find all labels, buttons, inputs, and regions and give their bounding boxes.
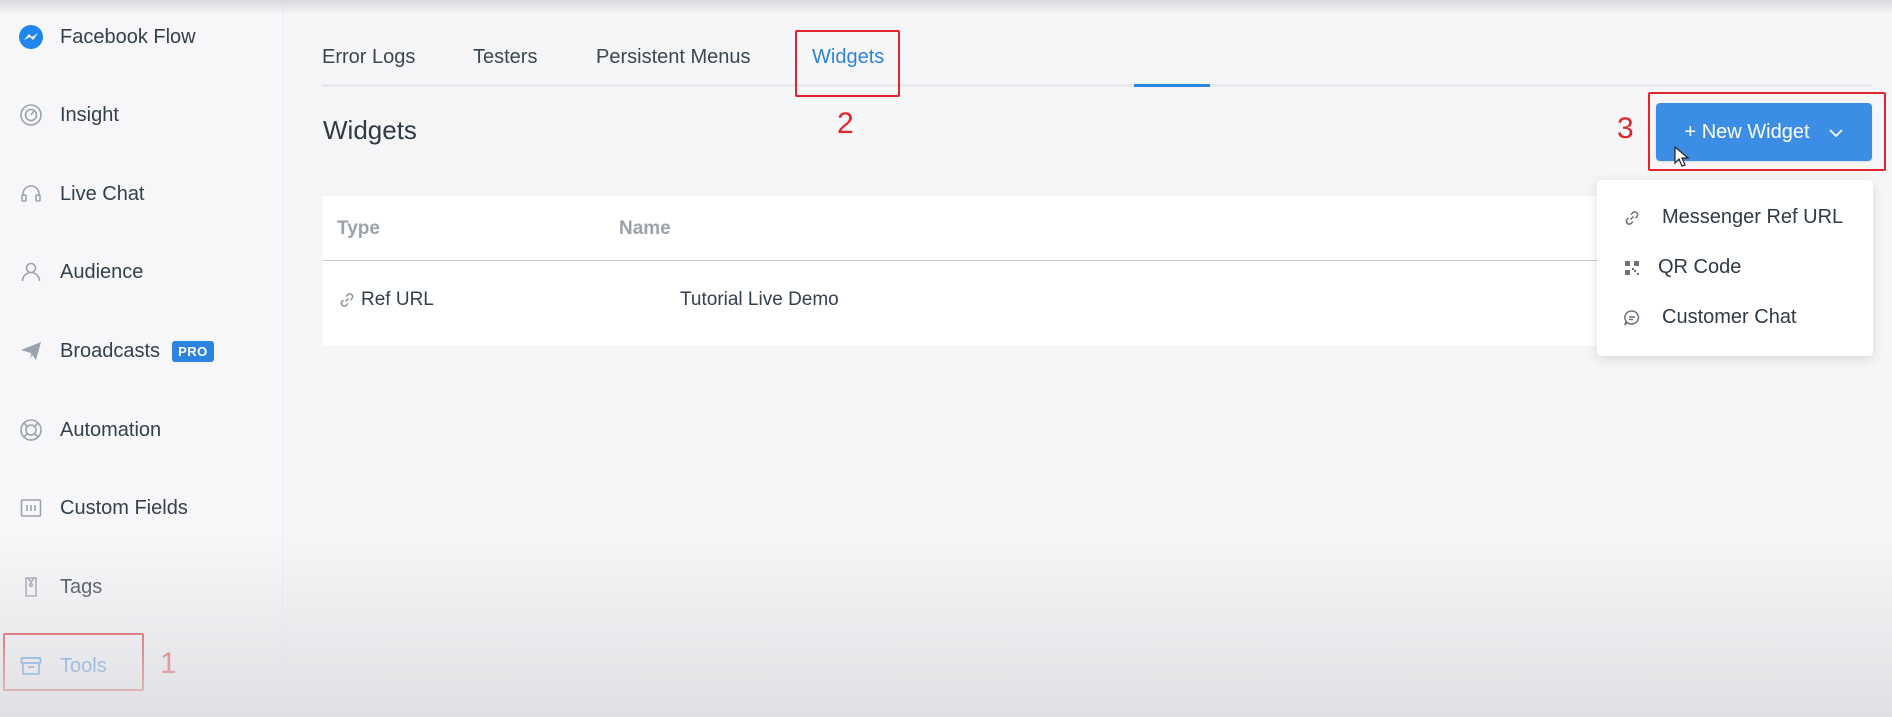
sidebar-item-label: Insight	[60, 103, 119, 126]
sidebar-item-insight[interactable]: Insight	[18, 95, 119, 135]
tab-error-logs[interactable]: Error Logs	[322, 46, 415, 69]
tag-icon	[18, 574, 44, 600]
lifebuoy-icon	[18, 417, 44, 443]
tab-bar: Error Logs Testers Persistent Menus Widg…	[322, 38, 1872, 87]
dropdown-item-messenger-ref-url[interactable]: Messenger Ref URL	[1622, 206, 1843, 229]
tab-persistent-menus[interactable]: Persistent Menus	[596, 46, 751, 69]
sidebar-item-tags[interactable]: Tags	[18, 567, 102, 607]
user-icon	[18, 259, 44, 285]
sidebar-item-label: Live Chat	[60, 182, 145, 205]
column-header-type: Type	[337, 218, 380, 239]
cell-name: Tutorial Live Demo	[680, 289, 839, 310]
sidebar-item-broadcasts[interactable]: Broadcasts PRO	[18, 331, 214, 371]
tab-testers[interactable]: Testers	[473, 46, 537, 69]
link-icon	[1622, 210, 1642, 226]
top-shadow	[0, 0, 1892, 14]
sidebar-item-label: Audience	[60, 260, 144, 283]
dropdown-item-customer-chat[interactable]: Customer Chat	[1622, 306, 1797, 329]
cell-type: Ref URL	[339, 289, 434, 311]
page-title: Widgets	[323, 115, 417, 145]
sidebar-item-label: Facebook Flow	[60, 25, 196, 48]
annotation-number-2: 2	[837, 107, 854, 140]
sidebar-item-custom-fields[interactable]: Custom Fields	[18, 488, 188, 528]
annotation-number-3: 3	[1617, 112, 1634, 145]
qr-code-icon	[1622, 260, 1642, 276]
annotation-box-tools	[3, 633, 144, 691]
annotation-number-1: 1	[160, 647, 177, 680]
link-icon	[339, 292, 355, 308]
cell-type-text: Ref URL	[361, 289, 434, 310]
gauge-icon	[18, 102, 44, 128]
messenger-icon	[18, 24, 44, 50]
annotation-box-widgets-tab	[795, 30, 900, 97]
sidebar-item-label: Custom Fields	[60, 496, 188, 519]
new-widget-dropdown: Messenger Ref URL QR Code Customer Chat	[1597, 180, 1873, 356]
bottom-shadow	[0, 537, 1892, 717]
sidebar: Facebook Flow Insight Live Chat Audience…	[0, 0, 283, 717]
sidebar-item-audience[interactable]: Audience	[18, 252, 143, 292]
sidebar-item-label: Automation	[60, 418, 162, 441]
sidebar-item-label: Broadcasts	[60, 339, 161, 362]
widgets-table: Type Name Ref URL Tutorial Live Demo	[323, 196, 1623, 346]
dropdown-item-qr-code[interactable]: QR Code	[1622, 256, 1741, 279]
active-tab-indicator	[1134, 84, 1210, 87]
dropdown-item-label: Messenger Ref URL	[1662, 206, 1844, 228]
table-row[interactable]: Ref URL Tutorial Live Demo	[323, 261, 1623, 341]
headset-icon	[18, 181, 44, 207]
dropdown-item-label: QR Code	[1658, 256, 1742, 278]
chat-bubble-icon	[1622, 309, 1642, 327]
sidebar-item-facebook-flow[interactable]: Facebook Flow	[18, 17, 196, 57]
pro-badge: PRO	[172, 340, 214, 362]
sidebar-item-automation[interactable]: Automation	[18, 410, 161, 450]
sidebar-item-live-chat[interactable]: Live Chat	[18, 174, 145, 214]
sidebar-item-label: Tags	[60, 575, 103, 598]
annotation-box-new-widget	[1648, 92, 1886, 171]
column-header-name: Name	[619, 218, 671, 239]
paper-plane-icon	[18, 338, 44, 364]
fields-icon	[18, 495, 44, 521]
dropdown-item-label: Customer Chat	[1662, 306, 1797, 328]
